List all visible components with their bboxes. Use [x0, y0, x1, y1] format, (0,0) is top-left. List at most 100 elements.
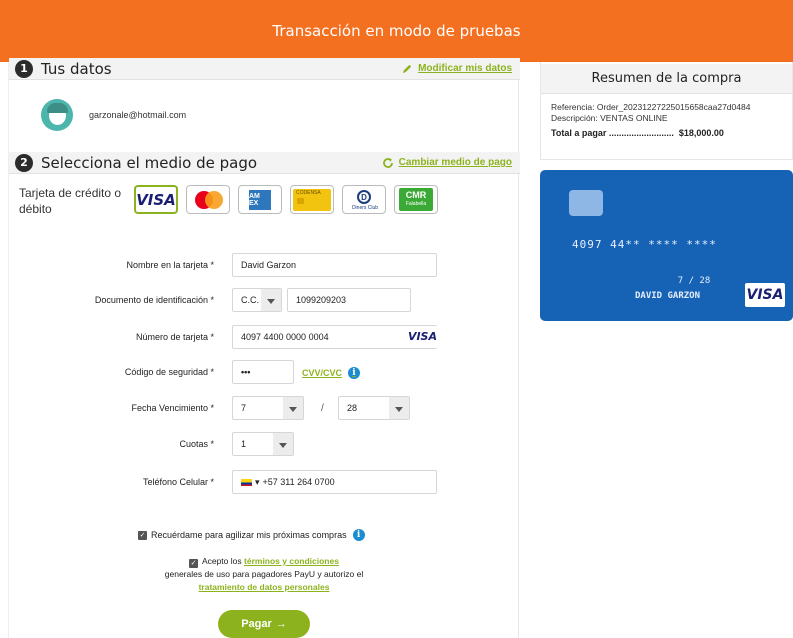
summary-title: Resumen de la compra — [541, 64, 792, 94]
cmr-sub-label: Falabella — [405, 200, 427, 207]
card-option-diners[interactable]: D Diners Club — [342, 185, 386, 214]
edit-data-link[interactable]: Modificar mis datos — [402, 63, 512, 74]
chevron-down-icon — [273, 433, 293, 455]
visa-logo: VISA — [745, 283, 785, 307]
amex-logo: AM EX — [249, 189, 271, 210]
order-total: Total a pagar ..........................… — [541, 128, 792, 138]
change-payment-method-link[interactable]: Cambiar medio de pago — [382, 157, 512, 169]
user-info: garzonale@hotmail.com — [41, 99, 186, 131]
phone-label: Teléfono Celular * — [142, 477, 214, 487]
card-number-row: Número de tarjeta * 4097 4400 0000 0004 … — [9, 325, 520, 351]
pay-button-label: Pagar — [241, 618, 272, 630]
card-preview-number: 4097 44** **** **** — [572, 238, 717, 251]
change-payment-method-label: Cambiar medio de pago — [398, 157, 512, 168]
security-code-row: Código de seguridad * ••• CVV/CVC i — [9, 360, 520, 386]
name-label: Nombre en la tarjeta * — [126, 260, 214, 270]
card-option-visa[interactable]: VISA — [134, 185, 178, 214]
installments-row: Cuotas * 1 — [9, 432, 520, 458]
visa-logo: VISA — [136, 190, 176, 209]
card-option-mastercard[interactable] — [186, 185, 230, 214]
cvv-help-label: CVV/CVC — [302, 368, 343, 378]
visa-logo: VISA — [407, 330, 437, 343]
order-summary: Resumen de la compra Referencia: Order_2… — [540, 62, 793, 160]
codensa-label: CODENSA — [296, 189, 321, 196]
order-reference: Referencia: Order_20231227225015658caa27… — [551, 102, 751, 112]
phone-input[interactable]: ▾ +57 311 264 0700 — [232, 470, 437, 494]
chevron-down-icon — [283, 397, 303, 419]
remember-me-label: Recuérdame para agilizar mis próximas co… — [151, 530, 347, 540]
step-number-badge: 1 — [15, 59, 33, 78]
card-preview-expiry: 7 / 28 — [677, 276, 711, 286]
pencil-icon — [403, 64, 412, 74]
terms-prefix: Acepto los — [201, 556, 242, 566]
banner-text: Transacción en modo de pruebas — [272, 22, 521, 40]
arrow-right-icon: → — [275, 618, 287, 630]
data-treatment-link[interactable]: tratamiento de datos personales — [199, 582, 330, 592]
remember-me-checkbox[interactable]: ✓ — [138, 530, 147, 540]
name-row: Nombre en la tarjeta * David Garzon — [9, 253, 520, 279]
card-option-amex[interactable]: AM EX — [238, 185, 282, 214]
document-type-select[interactable]: C.C. — [232, 288, 282, 312]
checkout-panel: 1 Tus datos Modificar mis datos garzonal… — [8, 58, 520, 638]
card-number-value: 4097 4400 0000 0004 — [241, 332, 329, 342]
security-code-input[interactable]: ••• — [232, 360, 294, 384]
section-title: Selecciona el medio de pago — [41, 153, 258, 172]
order-description: Descripción: VENTAS ONLINE — [551, 113, 668, 123]
diners-logo: D — [357, 190, 371, 204]
info-icon[interactable]: i — [352, 529, 365, 541]
total-amount: $18,000.00 — [678, 128, 724, 138]
expiry-label: Fecha Vencimiento * — [131, 403, 214, 413]
card-preview: 4097 44** **** **** 7 / 28 DAVID GARZON … — [540, 170, 793, 321]
expiry-month-value: 7 — [241, 403, 247, 413]
test-mode-banner: Transacción en modo de pruebas — [0, 0, 793, 62]
installments-select[interactable]: 1 — [232, 432, 294, 456]
section-your-data: 1 Tus datos Modificar mis datos — [9, 58, 520, 80]
expiry-year-select[interactable]: 28 — [338, 396, 410, 420]
total-label: Total a pagar .......................... — [551, 128, 674, 138]
payment-type-label: Tarjeta de crédito o débito — [19, 186, 122, 216]
remember-me-row: ✓ Recuérdame para agilizar mis próximas … — [138, 529, 365, 541]
edit-data-label: Modificar mis datos — [418, 63, 512, 74]
mastercard-logo-circle — [205, 191, 223, 209]
card-option-cmr[interactable]: CMR Falabella — [394, 185, 438, 214]
pay-button[interactable]: Pagar → — [218, 610, 310, 638]
colombia-flag-icon[interactable] — [241, 478, 252, 486]
card-number-input[interactable]: 4097 4400 0000 0004 VISA — [232, 325, 437, 349]
section-payment-method: 2 Selecciona el medio de pago Cambiar me… — [9, 152, 520, 174]
chevron-down-icon — [389, 397, 409, 419]
info-icon[interactable]: i — [348, 367, 361, 379]
expiry-year-value: 28 — [347, 403, 358, 413]
terms-link[interactable]: términos y condiciones — [244, 556, 339, 566]
step-number-badge: 2 — [15, 153, 33, 172]
card-preview-holder: DAVID GARZON — [635, 291, 701, 301]
phone-row: Teléfono Celular * ▾ +57 311 264 0700 — [9, 470, 520, 496]
diners-label: Diners Club — [351, 205, 379, 211]
country-dropdown-icon: ▾ — [255, 476, 260, 487]
card-preview-brand: VISA — [746, 287, 784, 303]
installments-label: Cuotas * — [179, 439, 214, 449]
expiry-separator: / — [321, 403, 324, 414]
security-code-value: ••• — [241, 367, 251, 377]
document-number-input[interactable]: 1099209203 — [287, 288, 411, 312]
document-label: Documento de identificación * — [94, 295, 214, 305]
refresh-icon — [382, 157, 393, 168]
expiry-month-select[interactable]: 7 — [232, 396, 304, 420]
cardholder-name-value: David Garzon — [241, 260, 297, 270]
document-number-value: 1099209203 — [296, 295, 347, 305]
card-option-codensa[interactable]: CODENSA — [290, 185, 334, 214]
document-row: Documento de identificación * C.C. 10992… — [9, 288, 520, 314]
expiry-row: Fecha Vencimiento * 7 / 28 — [9, 396, 520, 422]
avatar — [41, 99, 73, 131]
chevron-down-icon — [261, 289, 281, 311]
card-number-label: Número de tarjeta * — [135, 332, 214, 342]
chip-icon — [569, 190, 603, 216]
installments-value: 1 — [241, 439, 247, 449]
phone-value: +57 311 264 0700 — [262, 477, 335, 487]
security-code-label: Código de seguridad * — [124, 367, 214, 377]
cardholder-name-input[interactable]: David Garzon — [232, 253, 437, 277]
cvv-help-link[interactable]: CVV/CVC i — [302, 367, 361, 379]
cmr-logo: CMR Falabella — [399, 188, 433, 211]
terms-checkbox[interactable]: ✓ — [189, 559, 199, 568]
cmr-label: CMR — [405, 189, 427, 200]
card-brand-list: VISA AM EX CODENSA D Diners Club CMR Fal… — [134, 185, 438, 214]
